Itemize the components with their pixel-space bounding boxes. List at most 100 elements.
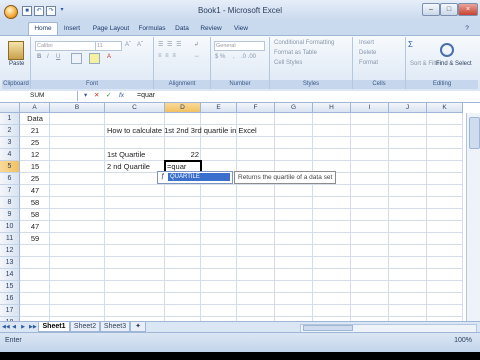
row-header-13[interactable]: 13 xyxy=(0,257,20,269)
italic-icon[interactable]: I xyxy=(47,54,49,60)
row-header-14[interactable]: 14 xyxy=(0,269,20,281)
enter-icon[interactable]: ✓ xyxy=(106,92,111,100)
grow-font-icon[interactable]: Aˆ xyxy=(125,42,131,48)
horizontal-scroll-thumb[interactable] xyxy=(303,325,353,331)
bold-icon[interactable]: B xyxy=(37,54,41,60)
row-header-4[interactable]: 4 xyxy=(0,149,20,161)
vertical-align-icons[interactable]: ☰ ☰ ☰ xyxy=(158,41,182,48)
underline-icon[interactable]: U xyxy=(56,54,60,60)
row-header-15[interactable]: 15 xyxy=(0,281,20,293)
row-header-9[interactable]: 9 xyxy=(0,209,20,221)
cell-a4[interactable]: 12 xyxy=(20,149,50,161)
cell-a11[interactable]: 59 xyxy=(20,233,50,245)
format-cells-button[interactable]: Format xyxy=(359,60,378,66)
tab-view[interactable]: View xyxy=(230,23,252,35)
insert-cells-button[interactable]: Insert xyxy=(359,40,374,46)
column-header-e[interactable]: E xyxy=(201,103,237,113)
prev-sheet-icon[interactable]: ◀ xyxy=(11,324,17,331)
wrap-text-icon[interactable]: ↲ xyxy=(194,41,199,48)
last-sheet-icon[interactable]: ▶▶ xyxy=(29,324,37,331)
number-format-box[interactable]: General xyxy=(214,41,265,51)
fill-color-icon[interactable] xyxy=(89,53,100,64)
tab-formulas[interactable]: Formulas xyxy=(136,23,168,35)
merge-center-icon[interactable]: ↔ xyxy=(194,53,200,59)
cell-a7[interactable]: 47 xyxy=(20,185,50,197)
column-header-i[interactable]: I xyxy=(351,103,389,113)
name-box-dropdown-icon[interactable]: ▾ xyxy=(84,92,87,100)
name-box[interactable]: SUM xyxy=(0,91,78,101)
decimal-icons[interactable]: .0 .00 xyxy=(241,54,256,60)
vertical-scrollbar[interactable] xyxy=(466,113,480,321)
formula-input[interactable]: =quar xyxy=(137,91,155,101)
vertical-scroll-thumb[interactable] xyxy=(469,117,480,149)
cell-styles-button[interactable]: Cell Styles xyxy=(274,60,302,66)
help-icon[interactable]: ? xyxy=(462,23,472,35)
column-header-h[interactable]: H xyxy=(313,103,351,113)
cell-a1[interactable]: Data xyxy=(20,113,50,125)
row-header-12[interactable]: 12 xyxy=(0,245,20,257)
cell-c2[interactable]: How to calculate 1st 2nd 3rd quartile in… xyxy=(107,125,257,137)
column-header-j[interactable]: J xyxy=(389,103,427,113)
column-header-g[interactable]: G xyxy=(275,103,313,113)
row-header-3[interactable]: 3 xyxy=(0,137,20,149)
borders-icon[interactable] xyxy=(71,53,82,64)
comma-style-icon[interactable]: , xyxy=(233,54,235,60)
maximize-button[interactable]: □ xyxy=(440,3,458,16)
sheet-tab-3[interactable]: Sheet3 xyxy=(100,322,130,332)
tab-data[interactable]: Data xyxy=(172,23,192,35)
paste-icon[interactable] xyxy=(8,41,24,60)
column-header-k[interactable]: K xyxy=(427,103,463,113)
row-header-17[interactable]: 17 xyxy=(0,305,20,317)
format-as-table-button[interactable]: Format as Table xyxy=(274,50,317,56)
row-header-6[interactable]: 6 xyxy=(0,173,20,185)
font-size-box[interactable]: 11 xyxy=(95,41,122,51)
close-button[interactable]: × xyxy=(458,3,478,16)
row-header-16[interactable]: 16 xyxy=(0,293,20,305)
font-color-icon[interactable]: A xyxy=(107,54,111,60)
insert-function-icon[interactable]: fx xyxy=(119,92,124,100)
tab-page-layout[interactable]: Page Layout xyxy=(89,23,133,35)
column-header-c[interactable]: C xyxy=(105,103,165,113)
cell-a3[interactable]: 25 xyxy=(20,137,50,149)
row-header-7[interactable]: 7 xyxy=(0,185,20,197)
zoom-level[interactable]: 100% xyxy=(454,337,472,344)
first-sheet-icon[interactable]: ◀◀ xyxy=(2,324,10,331)
select-all-corner[interactable] xyxy=(0,103,20,113)
paste-label[interactable]: Paste xyxy=(9,61,24,67)
column-header-a[interactable]: A xyxy=(20,103,50,113)
find-select-button[interactable]: Find & Select xyxy=(436,61,472,67)
cell-c5[interactable]: 2 nd Quartile xyxy=(107,161,150,173)
tab-home[interactable]: Home xyxy=(28,22,58,36)
cell-a5[interactable]: 15 xyxy=(20,161,50,173)
row-header-10[interactable]: 10 xyxy=(0,221,20,233)
autocomplete-item-quartile[interactable]: QUARTILE xyxy=(168,173,230,181)
cell-d4[interactable]: 22 xyxy=(165,149,199,161)
column-header-b[interactable]: B xyxy=(50,103,105,113)
find-icon[interactable] xyxy=(440,43,454,57)
minimize-button[interactable]: – xyxy=(422,3,440,16)
column-header-f[interactable]: F xyxy=(237,103,275,113)
accounting-format-icon[interactable]: $ % xyxy=(215,54,225,60)
cell-c4[interactable]: 1st Quartile xyxy=(107,149,145,161)
cancel-icon[interactable]: ✕ xyxy=(94,92,99,100)
autosum-icon[interactable]: Σ xyxy=(408,40,413,49)
cell-a9[interactable]: 58 xyxy=(20,209,50,221)
sheet-tab-1[interactable]: Sheet1 xyxy=(38,322,70,332)
font-name-box[interactable]: Calibri xyxy=(35,41,96,51)
row-header-1[interactable]: 1 xyxy=(0,113,20,125)
row-header-2[interactable]: 2 xyxy=(0,125,20,137)
cell-a8[interactable]: 58 xyxy=(20,197,50,209)
tab-insert[interactable]: Insert xyxy=(60,23,84,35)
delete-cells-button[interactable]: Delete xyxy=(359,50,376,56)
row-header-11[interactable]: 11 xyxy=(0,233,20,245)
sheet-tab-2[interactable]: Sheet2 xyxy=(70,322,100,332)
row-header-8[interactable]: 8 xyxy=(0,197,20,209)
cell-a6[interactable]: 25 xyxy=(20,173,50,185)
cell-a2[interactable]: 21 xyxy=(20,125,50,137)
conditional-formatting-button[interactable]: Conditional Formatting xyxy=(274,40,334,46)
column-header-d[interactable]: D xyxy=(165,103,201,113)
shrink-font-icon[interactable]: Aˇ xyxy=(137,42,143,48)
cell-a10[interactable]: 47 xyxy=(20,221,50,233)
next-sheet-icon[interactable]: ▶ xyxy=(20,324,26,331)
row-header-5[interactable]: 5 xyxy=(0,161,20,173)
